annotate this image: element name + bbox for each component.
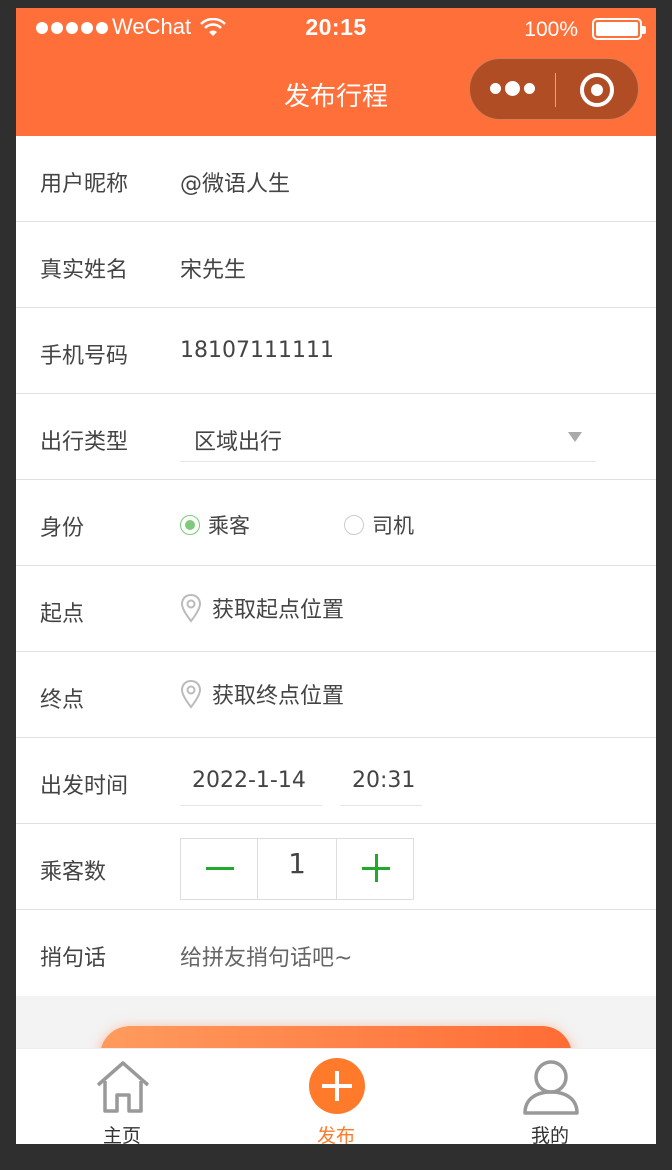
message-input[interactable]: 给拼友捎句话吧~ [180,940,352,972]
radio-unchecked-icon [344,515,364,535]
trip-type-row: 出行类型 区域出行 [16,394,656,480]
location-pin-icon [180,593,202,623]
time-picker[interactable]: 20:31 [340,754,422,806]
end-row: 终点 获取终点位置 [16,652,656,738]
minus-button[interactable] [181,839,257,899]
radio-driver[interactable]: 司机 [344,510,414,540]
more-icon[interactable] [490,81,535,96]
phone-label: 手机号码 [40,344,129,369]
real-name-label: 真实姓名 [40,258,129,283]
phone-row: 手机号码 18107111111 [16,308,656,394]
radio-driver-label: 司机 [372,514,414,538]
date-picker[interactable]: 2022-1-14 [180,754,322,806]
real-name-input[interactable]: 宋先生 [180,252,246,284]
phone-screen: WeChat 20:15 100% 发布行程 用户昵称 @微语人生 真实姓名 宋… [16,8,656,1144]
trip-type-selected: 区域出行 [194,430,283,455]
tab-mine[interactable]: 我的 [490,1049,610,1144]
passenger-stepper: 1 [180,838,414,900]
tab-bar: 主页 发布 我的 [16,1048,656,1144]
depart-row: 出发时间 2022-1-14 20:31 [16,738,656,824]
capsule-divider [555,73,556,107]
plus-circle-icon [309,1058,365,1114]
time-value: 20:31 [352,768,416,793]
trip-type-label: 出行类型 [40,430,129,455]
passengers-label: 乘客数 [40,860,107,885]
date-value: 2022-1-14 [192,768,306,793]
start-row: 起点 获取起点位置 [16,566,656,652]
trip-form: 用户昵称 @微语人生 真实姓名 宋先生 手机号码 18107111111 出行类… [16,136,656,996]
tab-home-label: 主页 [102,1125,141,1144]
identity-row: 身份 乘客 司机 [16,480,656,566]
miniprogram-capsule [469,58,639,120]
tab-publish-label: 发布 [316,1125,355,1144]
battery-percent: 100% [524,18,578,41]
message-row: 捎句话 给拼友捎句话吧~ [16,910,656,996]
battery-icon [592,18,646,40]
tab-publish[interactable]: 发布 [276,1049,396,1144]
trip-type-select[interactable]: 区域出行 [180,410,596,462]
radio-passenger[interactable]: 乘客 [180,510,250,540]
user-icon [523,1060,579,1115]
message-label: 捎句话 [40,946,107,971]
end-label: 终点 [40,688,85,713]
start-location-picker[interactable]: 获取起点位置 [180,592,344,624]
radio-checked-icon [180,515,200,535]
real-name-row: 真实姓名 宋先生 [16,222,656,308]
nickname-row: 用户昵称 @微语人生 [16,136,656,222]
tab-home[interactable]: 主页 [62,1049,182,1144]
start-location-text: 获取起点位置 [212,598,345,623]
location-pin-icon [180,679,202,709]
passenger-count[interactable]: 1 [257,839,337,899]
end-location-text: 获取终点位置 [212,684,345,709]
phone-input[interactable]: 18107111111 [180,338,334,363]
status-bar: WeChat 20:15 100% [16,8,656,52]
identity-label: 身份 [40,516,85,541]
start-label: 起点 [40,602,85,627]
radio-passenger-label: 乘客 [208,514,250,538]
close-target-icon[interactable] [580,73,614,107]
passengers-row: 乘客数 1 [16,824,656,910]
home-icon [96,1061,150,1113]
nickname-value: @微语人生 [180,172,291,197]
tab-mine-label: 我的 [530,1125,569,1144]
end-location-picker[interactable]: 获取终点位置 [180,678,344,710]
dropdown-caret-icon [568,432,582,442]
top-bar: WeChat 20:15 100% 发布行程 [16,8,656,136]
depart-label: 出发时间 [40,774,129,799]
plus-button[interactable] [337,839,413,899]
nickname-label: 用户昵称 [40,172,129,197]
